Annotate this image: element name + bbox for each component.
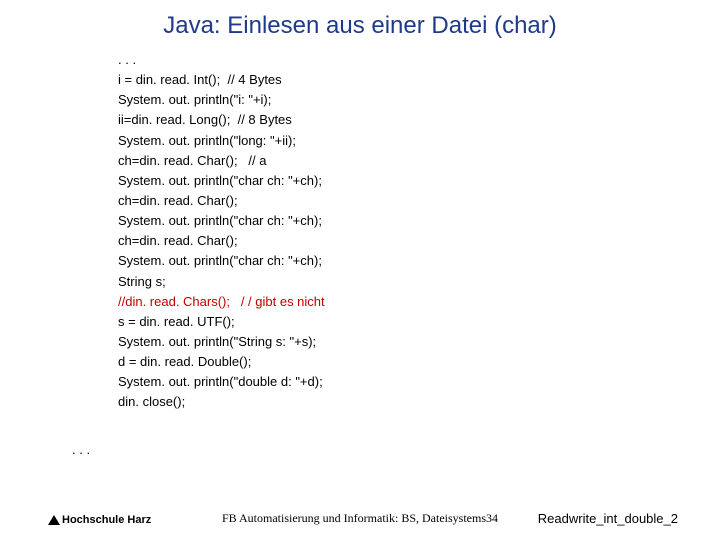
- code-line: ii=din. read. Long(); // 8 Bytes: [118, 110, 325, 130]
- footer-center-text: FB Automatisierung und Informatik: BS, D…: [222, 511, 498, 526]
- footer-right-text: Readwrite_int_double_2: [538, 511, 678, 526]
- logo-text: Hochschule Harz: [62, 514, 151, 526]
- footer-center-label: FB Automatisierung und Informatik: BS, D…: [222, 511, 486, 525]
- code-line: System. out. println("char ch: "+ch);: [118, 171, 325, 191]
- code-line: i = din. read. Int(); // 4 Bytes: [118, 70, 325, 90]
- code-line: System. out. println("long: "+ii);: [118, 131, 325, 151]
- code-line: System. out. println("double d: "+d);: [118, 372, 325, 392]
- code-line: ch=din. read. Char();: [118, 231, 325, 251]
- code-line: System. out. println("char ch: "+ch);: [118, 211, 325, 231]
- code-line: System. out. println("i: "+i);: [118, 90, 325, 110]
- slide-title: Java: Einlesen aus einer Datei (char): [0, 0, 720, 40]
- code-line: . . .: [118, 50, 325, 70]
- ellipsis-outer: . . .: [72, 442, 90, 457]
- code-line: System. out. println("char ch: "+ch);: [118, 251, 325, 271]
- page-number: 34: [486, 511, 498, 525]
- code-line: s = din. read. UTF();: [118, 312, 325, 332]
- code-line: String s;: [118, 272, 325, 292]
- code-line: ch=din. read. Char();: [118, 191, 325, 211]
- code-line: din. close();: [118, 392, 325, 412]
- triangle-icon: [48, 515, 60, 525]
- code-line: System. out. println("String s: "+s);: [118, 332, 325, 352]
- logo: Hochschule Harz: [48, 514, 151, 526]
- code-line-highlight: //din. read. Chars(); / / gibt es nicht: [118, 292, 325, 312]
- code-block: . . . i = din. read. Int(); // 4 Bytes S…: [118, 50, 325, 413]
- code-line: d = din. read. Double();: [118, 352, 325, 372]
- code-line: ch=din. read. Char(); // a: [118, 151, 325, 171]
